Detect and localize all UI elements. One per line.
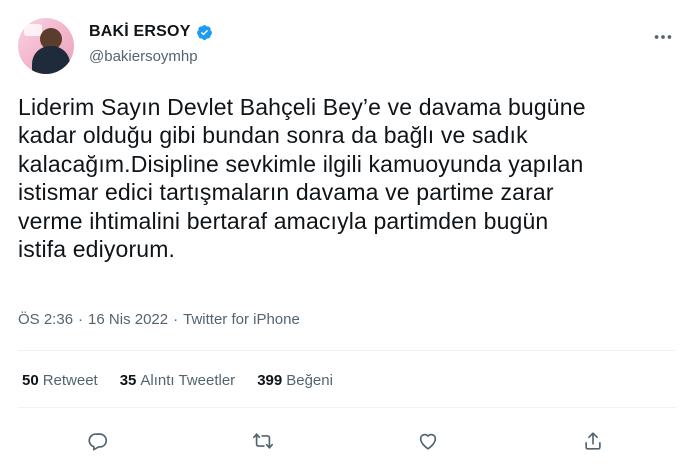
share-button[interactable] (576, 424, 610, 458)
display-name[interactable]: BAKİ ERSOY (89, 23, 191, 41)
retweet-button[interactable] (246, 424, 280, 458)
more-options-icon[interactable] (652, 26, 674, 48)
divider (18, 350, 676, 351)
avatar-background-detail (24, 24, 42, 36)
like-icon (419, 433, 437, 450)
like-button[interactable] (411, 424, 445, 458)
quote-tweets-stat[interactable]: 35 Alıntı Tweetler (120, 372, 235, 389)
quote-tweet-label: Alıntı Tweetler (140, 372, 236, 389)
tweet-card: BAKİ ERSOY @bakiersoymhp Liderim Sayın D… (0, 0, 700, 469)
meta-separator: · (173, 311, 179, 328)
tweet-text-line: kadar olduğu gibi bundan sonra da bağlı … (18, 122, 528, 149)
tweet-text-line: istismar edici tartışmaların davama ve p… (18, 179, 554, 206)
divider (18, 407, 676, 408)
tweet-actions (0, 424, 700, 458)
tweet-source-link[interactable]: Twitter for iPhone (183, 311, 300, 328)
tweet-time[interactable]: ÖS 2:36 (18, 311, 73, 328)
tweet-text-line: kalacağım.Disipline sevkimle ilgili kamu… (18, 150, 584, 177)
reply-icon (88, 433, 108, 451)
retweet-icon (253, 433, 273, 449)
author-handle[interactable]: @bakiersoymhp (89, 48, 198, 65)
like-count: 399 (257, 372, 283, 389)
reply-button[interactable] (81, 424, 115, 458)
retweet-count: 50 (22, 372, 39, 389)
verified-badge-icon (196, 24, 213, 41)
likes-stat[interactable]: 399 Beğeni (257, 372, 333, 389)
tweet-text-line: istifa ediyorum. (18, 236, 176, 263)
tweet-metadata: ÖS 2:36 · 16 Nis 2022 · Twitter for iPho… (18, 311, 300, 328)
meta-separator: · (78, 311, 84, 328)
retweet-label: Retweet (42, 372, 98, 389)
engagement-stats: 50 Retweet 35 Alıntı Tweetler 399 Beğeni (22, 372, 333, 389)
like-label: Beğeni (286, 372, 333, 389)
avatar[interactable] (18, 18, 74, 74)
tweet-date[interactable]: 16 Nis 2022 (88, 311, 168, 328)
tweet-text-line: Liderim Sayın Devlet Bahçeli Bey’e ve da… (18, 94, 586, 120)
avatar-body (32, 46, 70, 74)
share-icon (585, 432, 601, 450)
retweets-stat[interactable]: 50 Retweet (22, 372, 98, 389)
tweet-text-line: verme ihtimalini bertaraf amacıyla parti… (18, 207, 549, 234)
tweet-text: Liderim Sayın Devlet Bahçeli Bey’e ve da… (18, 93, 680, 263)
quote-tweet-count: 35 (119, 372, 137, 389)
author-name-row[interactable]: BAKİ ERSOY (89, 23, 213, 41)
